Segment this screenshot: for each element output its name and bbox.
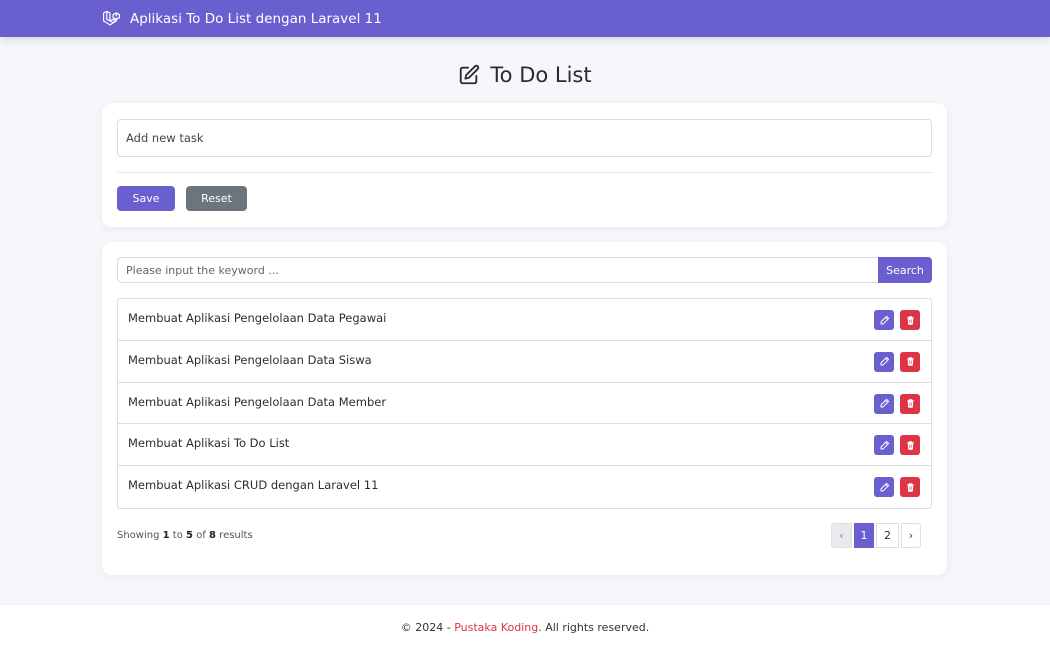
edit-task-button[interactable]	[874, 393, 894, 414]
navbar-brand[interactable]: Aplikasi To Do List dengan Laravel 11	[102, 9, 382, 28]
task-list: Membuat Aplikasi Pengelolaan Data Pegawa…	[117, 298, 932, 509]
form-divider	[117, 172, 932, 173]
list-item: Membuat Aplikasi To Do List	[118, 424, 931, 467]
prev-page-button[interactable]: ‹	[831, 523, 852, 548]
results-word: results	[219, 530, 253, 541]
trash-icon	[906, 441, 914, 450]
task-label: Membuat Aplikasi To Do List	[128, 436, 290, 451]
delete-task-button[interactable]	[900, 310, 920, 330]
copyright-prefix: © 2024 -	[400, 621, 455, 634]
next-page-button[interactable]: ›	[901, 523, 921, 548]
add-task-card: Save Reset	[102, 103, 947, 227]
pencil-icon	[880, 357, 889, 366]
copyright-suffix: . All rights reserved.	[538, 621, 650, 634]
delete-task-button[interactable]	[900, 435, 920, 456]
list-item: Membuat Aplikasi CRUD dengan Laravel 11	[118, 466, 931, 508]
trash-icon	[906, 357, 914, 366]
trash-icon	[906, 482, 914, 492]
page-button-1[interactable]: 1	[854, 523, 874, 548]
trash-icon	[906, 315, 914, 325]
total-count: 8	[209, 530, 216, 541]
task-label: Membuat Aplikasi Pengelolaan Data Pegawa…	[128, 311, 387, 325]
reset-button[interactable]: Reset	[186, 186, 247, 211]
edit-icon	[458, 64, 480, 86]
list-item: Membuat Aplikasi Pengelolaan Data Pegawa…	[118, 299, 931, 341]
trash-icon	[906, 399, 914, 408]
laravel-logo-icon	[102, 9, 121, 28]
task-label: Membuat Aplikasi Pengelolaan Data Siswa	[128, 352, 372, 367]
edit-task-button[interactable]	[874, 477, 894, 498]
navbar: Aplikasi To Do List dengan Laravel 11	[0, 0, 1050, 37]
page-heading: To Do List	[0, 60, 1050, 90]
list-item: Membuat Aplikasi Pengelolaan Data Siswa	[118, 341, 931, 383]
pagination-summary: Showing 1 to 5 of 8 results	[117, 530, 253, 541]
edit-task-button[interactable]	[874, 351, 894, 372]
edit-task-button[interactable]	[874, 310, 894, 330]
of-word: of	[196, 530, 206, 541]
pencil-icon	[880, 315, 889, 324]
to-word: to	[172, 530, 183, 541]
pencil-icon	[880, 482, 889, 492]
page-button-2[interactable]: 2	[876, 523, 899, 548]
footer-link[interactable]: Pustaka Koding	[454, 621, 538, 634]
showing-prefix: Showing	[117, 530, 160, 541]
list-item: Membuat Aplikasi Pengelolaan Data Member	[118, 383, 931, 425]
delete-task-button[interactable]	[900, 351, 920, 372]
delete-task-button[interactable]	[900, 477, 920, 498]
task-label: Membuat Aplikasi Pengelolaan Data Member	[128, 394, 387, 409]
range-to: 5	[186, 530, 193, 541]
page-title: To Do List	[490, 63, 592, 87]
task-label: Membuat Aplikasi CRUD dengan Laravel 11	[128, 478, 379, 493]
edit-task-button[interactable]	[874, 435, 894, 456]
app-title: Aplikasi To Do List dengan Laravel 11	[130, 10, 382, 27]
pencil-icon	[880, 398, 889, 408]
delete-task-button[interactable]	[900, 393, 920, 414]
footer: © 2024 - Pustaka Koding . All rights res…	[0, 604, 1050, 650]
range-from: 1	[162, 530, 170, 541]
search-input[interactable]	[117, 257, 879, 283]
pencil-icon	[880, 440, 889, 450]
save-button[interactable]: Save	[117, 186, 175, 211]
search-button[interactable]: Search	[878, 257, 932, 283]
new-task-input[interactable]	[117, 119, 932, 157]
pagination: ‹ 1 2 ›	[831, 523, 923, 548]
task-list-card: Search Membuat Aplikasi Pengelolaan Data…	[102, 242, 947, 575]
